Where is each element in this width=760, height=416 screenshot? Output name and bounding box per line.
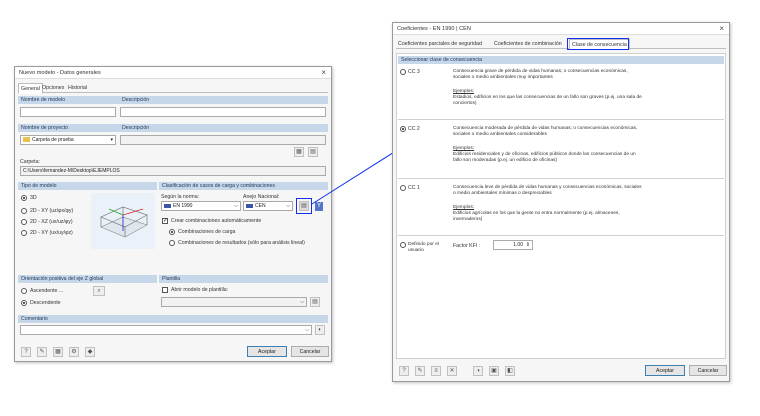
delete-icon[interactable]: ✕ [447, 366, 457, 376]
consequence-section-header: Seleccionar clase de consecuencia [398, 56, 724, 64]
tab-partial-safety[interactable]: Coeficientes parciales de seguridad [396, 39, 484, 49]
separator [398, 178, 724, 179]
factor-label: Factor KFI : [453, 243, 481, 249]
load-icon[interactable]: ◧ [505, 366, 515, 376]
tab-combination-coefficients[interactable]: Coeficientes de combinación [492, 39, 564, 49]
cancel-button[interactable]: Cancelar [689, 365, 727, 376]
cc2-examples: Edificios residenciales y de oficinas, e… [453, 152, 636, 163]
cc3-examples: Estadios, edificios en los que las conse… [453, 95, 642, 106]
edit-icon[interactable]: ✎ [415, 366, 425, 376]
user-defined-label: Definido por el usuario [408, 242, 439, 253]
separator [398, 235, 724, 236]
user-defined-radio[interactable] [400, 242, 406, 248]
save-icon[interactable]: ▣ [489, 366, 499, 376]
separator [398, 119, 724, 120]
cc3-label: CC 3 [408, 69, 420, 75]
cc3-radio[interactable] [400, 69, 406, 75]
cc2-label: CC 2 [408, 126, 420, 132]
cc2-description: Consecuencia moderada de pérdida de vida… [453, 126, 638, 137]
right-dialog-title: Coeficientes - EN 1990 | CEN [397, 26, 471, 32]
close-icon[interactable]: × [719, 24, 724, 33]
factor-input[interactable]: 1.00 ⇕ [493, 240, 533, 250]
factor-value: 1.00 [513, 242, 523, 248]
help-icon[interactable]: ? [399, 366, 409, 376]
accept-button[interactable]: Aceptar [645, 365, 685, 376]
import-icon[interactable]: ◑ [473, 366, 483, 376]
right-titlebar: Coeficientes - EN 1990 | CEN × [393, 23, 729, 35]
cc1-examples: Edificios agrícolas en los que la gente … [453, 211, 620, 222]
consequence-tab-highlight [567, 38, 629, 50]
cc1-radio[interactable] [400, 185, 406, 191]
cc3-description: Consecuencia grave de pérdida de vidas h… [453, 69, 628, 80]
filter-icon[interactable]: ≡ [431, 366, 441, 376]
spinner-icon[interactable]: ⇕ [526, 242, 530, 248]
coefficients-dialog: Coeficientes - EN 1990 | CEN × Coeficien… [392, 22, 730, 382]
cc1-description: Consecuencia leve de pérdida de vidas hu… [453, 185, 642, 196]
right-tab-bar: Coeficientes parciales de seguridad Coef… [396, 39, 726, 50]
cc2-radio[interactable] [400, 126, 406, 132]
cc1-label: CC 1 [408, 185, 420, 191]
